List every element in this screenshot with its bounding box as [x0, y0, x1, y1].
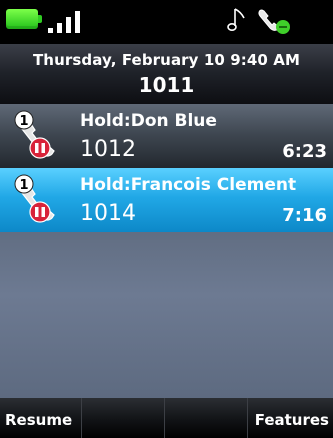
call-row[interactable]: 1 Hold:Don Blue 1012 6:23	[0, 104, 333, 168]
line-badge: 1	[19, 114, 28, 129]
softkey-resume[interactable]: Resume	[0, 398, 82, 438]
music-note-icon	[227, 8, 245, 31]
call-number: 1012	[80, 137, 136, 162]
call-timer: 7:16	[282, 205, 327, 226]
call-title: Hold:Don Blue	[80, 111, 217, 131]
call-on-hold-icon: 1	[14, 174, 55, 223]
handset-status-icon	[258, 9, 290, 34]
line-number: 1011	[138, 73, 195, 97]
status-bar	[0, 0, 333, 44]
call-on-hold-icon: 1	[14, 110, 55, 159]
call-title: Hold:Francois Clement	[80, 175, 297, 195]
call-number: 1014	[80, 201, 136, 226]
header: Thursday, February 10 9:40 AM 1011	[0, 44, 333, 104]
phone-screen: Thursday, February 10 9:40 AM 1011 1 Hol…	[0, 0, 333, 438]
softkey-2[interactable]	[83, 398, 165, 438]
signal-bars-icon	[48, 7, 90, 33]
line-badge: 1	[19, 178, 28, 193]
call-timer: 6:23	[282, 141, 327, 162]
call-list: 1 Hold:Don Blue 1012 6:23 1 Hold:Francoi…	[0, 104, 333, 398]
header-datetime: Thursday, February 10 9:40 AM	[32, 51, 301, 69]
softkey-3[interactable]	[166, 398, 248, 438]
softkey-bar: Resume Features	[0, 398, 333, 438]
softkey-features[interactable]: Features	[250, 398, 333, 438]
call-row-selected[interactable]: 1 Hold:Francois Clement 1014 7:16	[0, 168, 333, 232]
battery-full-icon	[6, 9, 44, 29]
